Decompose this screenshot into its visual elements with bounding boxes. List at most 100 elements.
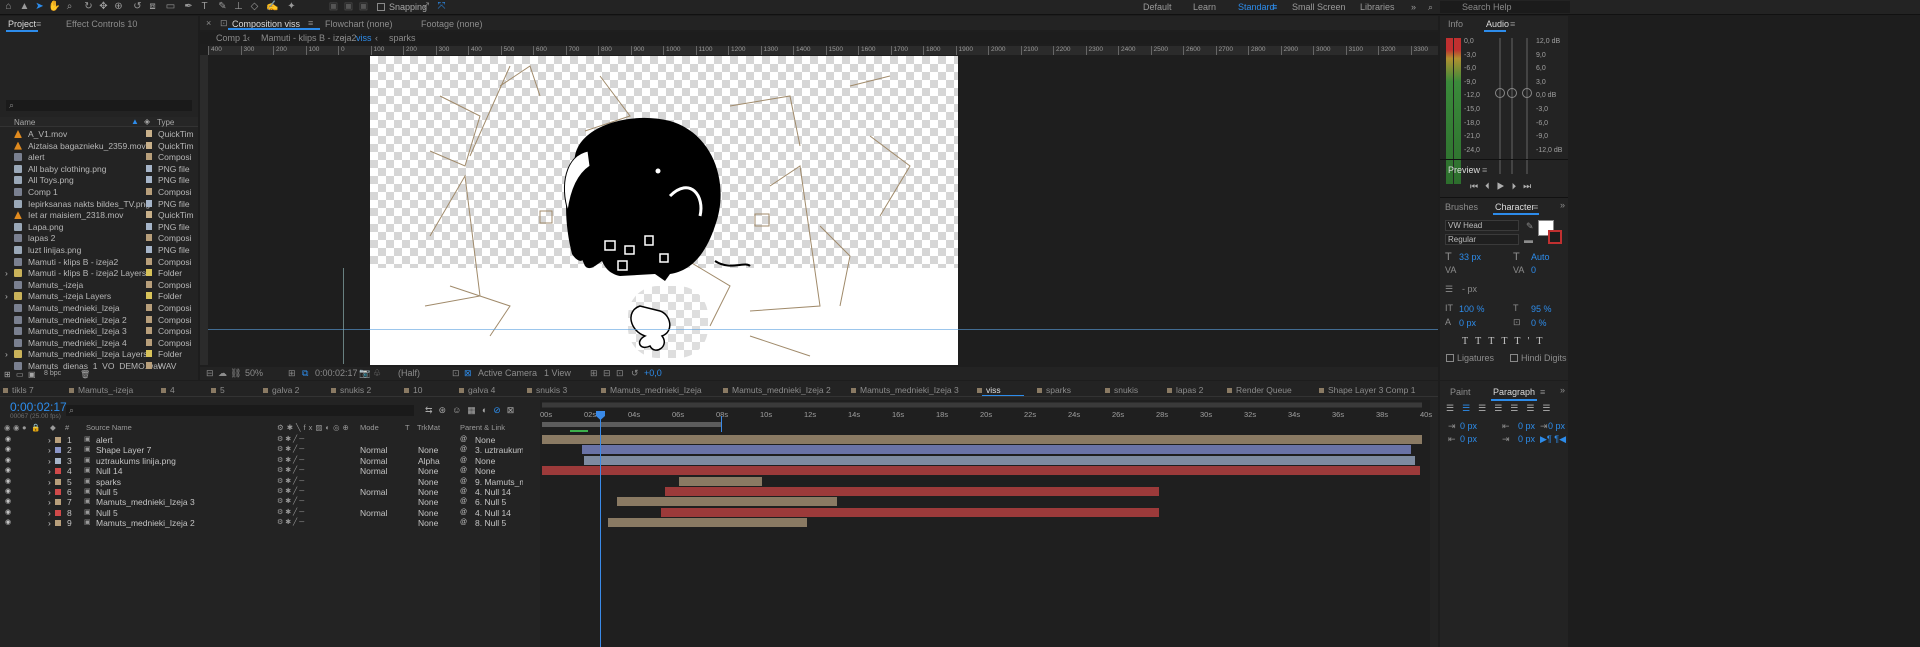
font-style-dropdown[interactable]: Regular: [1445, 234, 1519, 245]
next-frame-icon[interactable]: ⏵: [1512, 181, 1524, 191]
first-line-value[interactable]: 0 px: [1548, 421, 1565, 431]
tab-footage[interactable]: Footage (none): [421, 19, 483, 29]
comp-menu-icon[interactable]: ≡: [308, 18, 313, 28]
more-workspaces-icon[interactable]: »: [1411, 2, 1416, 12]
indent-left-value[interactable]: 0 px: [1460, 421, 1477, 431]
first-frame-icon[interactable]: ⏮: [1470, 181, 1485, 191]
resolution-dropdown[interactable]: (Half): [398, 368, 420, 378]
ligatures-checkbox[interactable]: [1446, 354, 1454, 362]
hand-tool-icon[interactable]: ✋: [48, 1, 61, 13]
label-color-swatch[interactable]: [146, 130, 152, 137]
pan-behind-icon[interactable]: ⊕: [112, 1, 125, 13]
rotate-tool-icon[interactable]: ↻: [82, 1, 95, 13]
interpret-icon[interactable]: ⊞: [4, 370, 11, 379]
eye-icon[interactable]: ◉: [5, 517, 11, 530]
label-color-swatch[interactable]: [146, 246, 152, 253]
tab-paragraph[interactable]: Paragraph: [1493, 387, 1535, 397]
col-t[interactable]: T: [405, 423, 410, 432]
more-icon[interactable]: »: [1560, 200, 1565, 210]
color-swap-icon[interactable]: ▬: [1524, 235, 1533, 245]
viewer-timecode[interactable]: 0:00:02:17: [315, 368, 358, 378]
label-color-swatch[interactable]: [146, 176, 152, 184]
audio-menu-icon[interactable]: ≡: [1510, 19, 1515, 29]
label-color-swatch[interactable]: [146, 362, 152, 369]
label-color-swatch[interactable]: [146, 327, 152, 335]
exposure-icon[interactable]: ↺: [631, 368, 639, 379]
layer-label-color[interactable]: [55, 489, 61, 495]
exposure-value[interactable]: +0,0: [644, 368, 662, 378]
prev-frame-icon[interactable]: ⏴: [1485, 181, 1497, 191]
workspace-learn[interactable]: Learn: [1193, 2, 1216, 12]
direction-icons[interactable]: ▶¶ ¶◀: [1540, 434, 1566, 445]
motion-blur-icon[interactable]: ◐: [482, 405, 493, 415]
more-icon[interactable]: »: [1560, 385, 1565, 395]
layer-label-color[interactable]: [55, 499, 61, 506]
timeline-tab[interactable]: 5: [220, 385, 225, 395]
tab-audio[interactable]: Audio: [1486, 19, 1509, 29]
pickwhip-icon[interactable]: @: [460, 517, 467, 530]
hindi-digits-checkbox[interactable]: [1510, 354, 1518, 362]
layer-label-color[interactable]: [55, 437, 61, 443]
play-icon[interactable]: ▶: [1497, 181, 1512, 191]
timeline-tab[interactable]: galva 4: [468, 385, 495, 395]
breadcrumb-comp1[interactable]: Comp 1: [216, 33, 248, 43]
timeline-tab[interactable]: Mamuts_mednieki_Izeja 3: [860, 385, 959, 395]
playhead[interactable]: [600, 411, 601, 647]
label-color-swatch[interactable]: [146, 257, 152, 265]
label-color-swatch[interactable]: [146, 222, 152, 230]
axis-icon[interactable]: ▣: [327, 1, 340, 13]
audio-slider-knob-2[interactable]: [1507, 88, 1517, 98]
tab-brushes[interactable]: Brushes: [1445, 202, 1478, 212]
snapping-checkbox[interactable]: [377, 3, 385, 11]
col-source-name[interactable]: Source Name: [86, 423, 132, 432]
timeline-tab[interactable]: lapas 2: [1176, 385, 1203, 395]
faux-style-buttons[interactable]: TTTTT'T: [1462, 336, 1562, 347]
toggle-transparency-icon[interactable]: ⊡: [452, 368, 460, 379]
tab-character[interactable]: Character: [1495, 202, 1535, 212]
breadcrumb-viss[interactable]: viss: [356, 33, 372, 43]
tab-info[interactable]: Info: [1448, 19, 1463, 29]
clone-tool-icon[interactable]: ⊥: [232, 1, 245, 13]
label-color-swatch[interactable]: [146, 315, 152, 323]
label-color-swatch[interactable]: [146, 153, 152, 161]
workspace-small-screen[interactable]: Small Screen: [1292, 2, 1346, 12]
workspace-standard[interactable]: Standard: [1238, 2, 1275, 12]
layer-row[interactable]: ◉ › 9 ▣ Mamuts_mednieki_Izeja 2 ⚙ ✱ ╱ ─ None @8…: [0, 517, 538, 530]
undo-rotate-icon[interactable]: ↺: [131, 1, 144, 13]
safe-zones-icon[interactable]: ⊞: [288, 368, 296, 379]
hamburger-icon[interactable]: ≡: [1272, 2, 1277, 12]
col-parent[interactable]: Parent & Link: [460, 423, 505, 432]
layer-switches[interactable]: ⚙ ✱ ╱ ─: [277, 517, 304, 530]
col-name[interactable]: Name: [14, 118, 35, 127]
snap-edges-icon[interactable]: ⤧: [435, 1, 448, 13]
indent-right-value[interactable]: 0 px: [1518, 421, 1535, 431]
stroke-color-swatch[interactable]: [1548, 230, 1562, 244]
layer-duration-bar[interactable]: [678, 476, 763, 486]
label-color-swatch[interactable]: [146, 188, 152, 195]
axis3-icon[interactable]: ▣: [357, 1, 370, 13]
project-menu-icon[interactable]: ≡: [36, 19, 41, 29]
timeline-current-time[interactable]: 0:00:02:17: [10, 400, 67, 414]
label-color-swatch[interactable]: [146, 211, 152, 219]
close-icon[interactable]: ×: [206, 18, 211, 28]
label-color-swatch[interactable]: [146, 280, 152, 288]
timeline-tab[interactable]: sparks: [1046, 385, 1071, 395]
vertical-scale-value[interactable]: 100 %: [1459, 304, 1485, 314]
brush-tool-icon[interactable]: ✎: [216, 1, 229, 13]
lock-icon[interactable]: 🔒: [31, 423, 40, 432]
timeline-tab[interactable]: Mamuts_mednieki_Izeja 2: [732, 385, 831, 395]
puppet-tool-icon[interactable]: ✦: [285, 1, 298, 13]
paragraph-menu-icon[interactable]: ≡: [1540, 387, 1545, 397]
last-frame-icon[interactable]: ⏭: [1523, 181, 1538, 191]
comp-mini-flowchart-icon[interactable]: ⇆: [425, 405, 439, 415]
workspace-default[interactable]: Default: [1143, 2, 1172, 12]
label-color-swatch[interactable]: [146, 338, 152, 346]
label-color-swatch[interactable]: [146, 234, 152, 242]
draft-3d-icon[interactable]: ⊛: [439, 405, 453, 415]
axis2-icon[interactable]: ▣: [342, 1, 355, 13]
eraser-tool-icon[interactable]: ◇: [248, 1, 261, 13]
frame-blend-icon[interactable]: ▦: [467, 405, 482, 415]
tsume-value[interactable]: 0 %: [1531, 318, 1547, 328]
search-help-input[interactable]: Search Help: [1440, 1, 1570, 13]
col-mode[interactable]: Mode: [360, 423, 379, 432]
